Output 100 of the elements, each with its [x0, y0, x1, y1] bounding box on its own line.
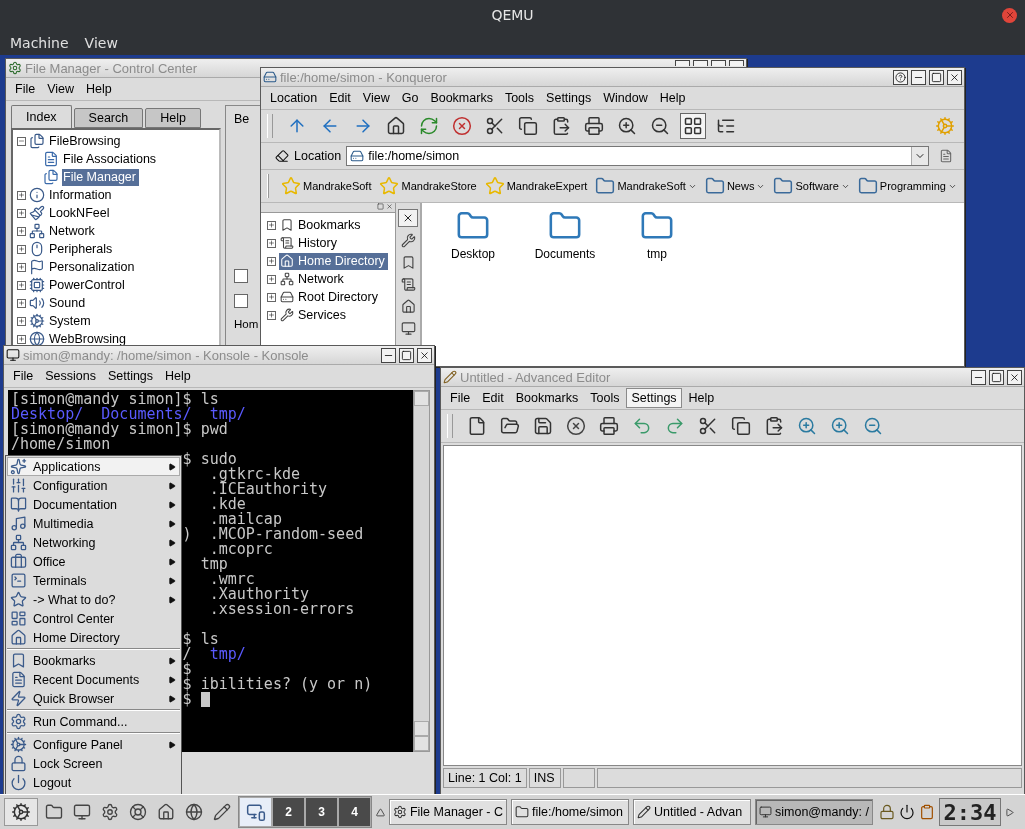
menu-item[interactable]: Configure Panel [7, 735, 180, 754]
tree-item[interactable]: Home Directory [279, 252, 388, 270]
tree-item[interactable]: Peripherals [48, 240, 116, 258]
scrollbar[interactable] [413, 390, 430, 752]
expand-toggle[interactable] [267, 292, 276, 302]
menu-item[interactable]: Help [160, 366, 196, 386]
expand-toggle[interactable] [17, 208, 26, 218]
menu-item[interactable]: Terminals [7, 571, 180, 590]
expand-toggle[interactable] [267, 220, 276, 230]
bookmark-link[interactable]: News [704, 176, 766, 196]
tree-item[interactable]: System [48, 312, 94, 330]
bookmark-link[interactable]: MandrakeSoft [281, 176, 372, 196]
location-field[interactable]: file:/home/simon [346, 146, 929, 166]
menu-item[interactable]: Settings [626, 388, 682, 408]
menu-item[interactable]: Logout [7, 773, 180, 792]
task-button[interactable]: File Manager - C [389, 799, 507, 825]
checkbox[interactable] [234, 293, 248, 308]
tab[interactable]: Help [145, 108, 201, 128]
menu-item[interactable]: Documentation [7, 495, 180, 514]
task-button[interactable]: Untitled - Advan [633, 799, 751, 825]
task-button[interactable]: file:/home/simon [511, 799, 629, 825]
tree-item[interactable]: History [279, 234, 340, 252]
tree-item[interactable]: Sound [48, 294, 89, 312]
menu-item[interactable]: Settings [102, 366, 159, 386]
expand-toggle[interactable] [17, 262, 26, 272]
expand-toggle[interactable] [267, 238, 276, 248]
menu-item[interactable]: File [445, 388, 476, 408]
tree-item[interactable]: LookNFeel [48, 204, 113, 222]
menu-item[interactable]: File [8, 366, 39, 386]
tree-item[interactable]: Bookmarks [279, 216, 364, 234]
tab[interactable]: Be [234, 112, 250, 126]
file-name[interactable]: Documents [534, 247, 596, 261]
bookmark-link[interactable]: Programming [857, 176, 957, 196]
menu-item[interactable]: Edit [324, 88, 356, 108]
menu-item[interactable]: Bookmarks [510, 388, 584, 408]
menu-item[interactable]: Applications [7, 457, 180, 476]
menu-item[interactable]: View [42, 79, 80, 99]
tree-item[interactable]: PowerControl [48, 276, 128, 294]
menu-item[interactable]: Lock Screen [7, 754, 180, 773]
menu-item[interactable]: Help [654, 88, 691, 108]
tree-item[interactable]: Services [279, 306, 349, 324]
menu-item[interactable]: Tools [499, 88, 540, 108]
menu-item[interactable]: View [84, 34, 118, 51]
desktop-pager-button[interactable]: 3 [305, 797, 338, 827]
menu-item[interactable]: Office [7, 552, 180, 571]
tree-item[interactable]: Personalization [48, 258, 138, 276]
tree-item[interactable]: Information [48, 186, 115, 204]
menu-item[interactable]: Recent Documents [7, 670, 180, 689]
menu-item[interactable]: Bookmarks [425, 88, 498, 108]
tab[interactable]: Index [11, 105, 72, 128]
menu-item[interactable]: Machine [10, 34, 69, 51]
desktop-pager-button[interactable]: 4 [338, 797, 371, 827]
file-name[interactable]: Desktop [451, 247, 495, 261]
menu-item[interactable]: Location [265, 88, 323, 108]
tree-item[interactable]: WebBrowsing [48, 330, 129, 348]
expand-toggle[interactable] [17, 298, 26, 308]
tree-item[interactable]: Network [48, 222, 98, 240]
file-name[interactable]: tmp [647, 247, 667, 261]
bookmark-link[interactable]: Software [773, 176, 850, 196]
expand-toggle[interactable] [267, 256, 276, 266]
menu-item[interactable]: Help [81, 79, 117, 99]
menu-item[interactable]: Window [598, 88, 653, 108]
start-button[interactable] [4, 798, 38, 826]
menu-item[interactable]: Run Command... [7, 712, 180, 731]
menu-item[interactable]: View [357, 88, 395, 108]
menu-item[interactable]: -> What to do? [7, 590, 180, 609]
menu-item[interactable]: Sessions [40, 366, 101, 386]
menu-item[interactable]: Edit [477, 388, 509, 408]
desktop-pager-button[interactable]: 2 [272, 797, 305, 827]
tree-item[interactable]: File Associations [62, 150, 160, 168]
expand-toggle[interactable] [17, 190, 26, 200]
expand-toggle[interactable] [17, 280, 26, 290]
menu-item[interactable]: File [10, 79, 41, 99]
expand-toggle[interactable] [267, 310, 276, 320]
checkbox[interactable] [234, 268, 248, 283]
menu-item[interactable]: Settings [541, 88, 597, 108]
expand-toggle[interactable] [17, 316, 26, 326]
tree-item[interactable]: Root Directory [279, 288, 381, 306]
expand-toggle[interactable] [17, 244, 26, 254]
menu-item[interactable]: Go [396, 88, 424, 108]
menu-item[interactable]: Control Center [7, 609, 180, 628]
tab[interactable]: Search [73, 108, 144, 128]
task-button[interactable]: simon@mandy: / [755, 799, 873, 825]
menu-item[interactable]: Home Directory [7, 628, 180, 647]
tree-item[interactable]: Network [279, 270, 347, 288]
menu-item[interactable]: Configuration [7, 476, 180, 495]
menu-item[interactable]: Help [683, 388, 720, 408]
expand-toggle[interactable] [17, 226, 26, 236]
expand-toggle[interactable] [267, 274, 276, 284]
bookmark-link[interactable]: MandrakeExpert [484, 176, 588, 196]
expand-toggle[interactable] [17, 334, 26, 344]
expand-toggle[interactable] [17, 136, 26, 146]
menu-item[interactable]: Bookmarks [7, 651, 180, 670]
tree-item[interactable]: FileBrowsing [48, 132, 124, 150]
toolbar-button[interactable] [680, 113, 706, 139]
desktop-pager-button[interactable] [239, 797, 272, 827]
menu-item[interactable]: Tools [585, 388, 625, 408]
menu-item[interactable]: Multimedia [7, 514, 180, 533]
menu-item[interactable]: Networking [7, 533, 180, 552]
bookmark-link[interactable]: MandrakeSoft [595, 176, 697, 196]
